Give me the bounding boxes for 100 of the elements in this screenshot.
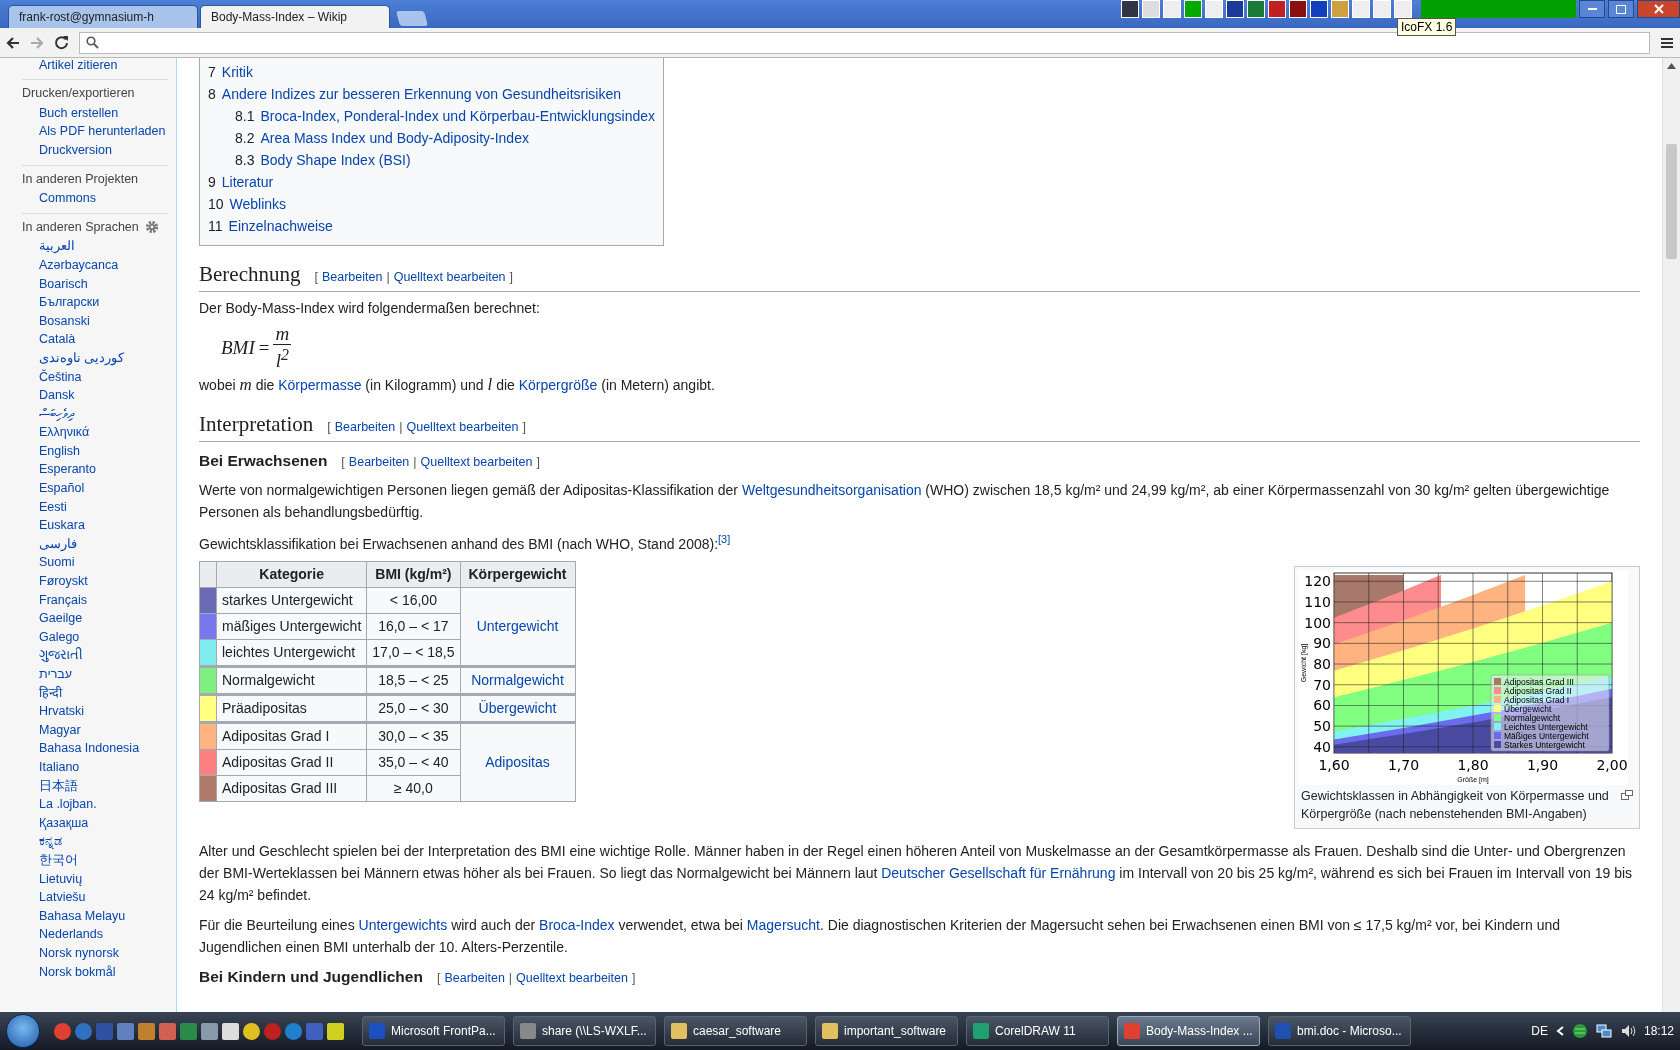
link[interactable]: Deutscher Gesellschaft für Ernährung [881, 865, 1116, 881]
quick-launch-icon[interactable] [222, 1022, 239, 1040]
sidebar-link[interactable]: Norsk nynorsk [22, 944, 168, 961]
sidebar-link[interactable]: Magyar [22, 721, 168, 738]
taskbar-button[interactable]: caesar_software [664, 1016, 807, 1046]
scroll-up-icon[interactable] [1667, 63, 1676, 69]
sidebar-link[interactable]: ދިވެހިބަސް [22, 405, 168, 422]
chevron-icon[interactable] [1555, 1026, 1564, 1036]
sidebar-link[interactable]: Dansk [22, 387, 168, 404]
toc-link[interactable]: Broca-Index, Ponderal-Index und Körperbau-Entwicklungsindex [260, 105, 656, 127]
quick-launch-icon[interactable] [243, 1022, 260, 1040]
browser-tab[interactable]: Body-Mass-Index – Wikip [200, 5, 390, 28]
minimize-button[interactable] [1579, 0, 1605, 18]
app-icon[interactable] [1226, 0, 1244, 18]
taskbar-button[interactable]: bmi.doc - Microso... [1268, 1016, 1411, 1046]
app-icon[interactable] [1310, 0, 1328, 18]
sidebar-link[interactable]: Қазақша [22, 814, 168, 831]
start-button[interactable] [6, 1014, 40, 1048]
toc-link[interactable]: Andere Indizes zur besseren Erkennung von Gesundheitsrisiken [221, 83, 622, 105]
sidebar-link[interactable]: Català [22, 331, 168, 348]
taskbar-button[interactable]: Body-Mass-Index ... [1117, 1016, 1260, 1046]
sidebar-link[interactable]: فارسی [22, 535, 168, 552]
sidebar-link[interactable]: Azərbaycanca [22, 256, 168, 273]
sidebar-link[interactable]: English [22, 442, 168, 459]
quick-launch-icon[interactable] [54, 1022, 71, 1040]
link[interactable]: Untergewicht [476, 618, 559, 634]
sidebar-link[interactable]: Bosanski [22, 312, 168, 329]
gear-icon[interactable] [144, 220, 159, 235]
back-icon[interactable] [6, 35, 20, 50]
toc-link[interactable]: Weblinks [229, 193, 287, 215]
sidebar-link[interactable]: Artikel zitieren [22, 58, 168, 73]
sidebar-link[interactable]: Latviešu [22, 889, 168, 906]
sidebar-link[interactable]: हिन्दी [22, 684, 168, 701]
scroll-thumb[interactable] [1666, 144, 1677, 259]
taskbar-button[interactable]: share (\\LS-WXLF... [513, 1016, 656, 1046]
language-indicator[interactable]: DE [1531, 1024, 1548, 1038]
quick-launch-icon[interactable] [285, 1022, 302, 1040]
sidebar-link[interactable]: Norsk bokmål [22, 963, 168, 980]
sidebar-link[interactable]: Boarisch [22, 275, 168, 292]
speaker-icon[interactable] [1619, 1023, 1636, 1039]
sidebar-link[interactable]: Euskara [22, 517, 168, 534]
edit-link[interactable]: Bearbeiten [444, 965, 505, 991]
sidebar-link[interactable]: עברית [22, 666, 168, 682]
sidebar-link[interactable]: ಕನ್ನಡ [22, 833, 168, 850]
edit-link[interactable]: Bearbeiten [348, 449, 410, 476]
sidebar-link[interactable]: Čeština [22, 368, 168, 385]
link[interactable]: Körpermasse [278, 377, 362, 394]
toc-link[interactable]: Area Mass Index und Body-Adiposity-Index [260, 127, 529, 149]
sidebar-link[interactable]: Lietuvių [22, 870, 168, 887]
sidebar-link[interactable]: 한국어 [22, 851, 168, 868]
network-icon[interactable] [1595, 1023, 1612, 1039]
sidebar-link[interactable]: Galego [22, 628, 168, 645]
edit-link[interactable]: Bearbeiten [321, 263, 383, 291]
sidebar-link[interactable]: Ελληνικά [22, 424, 168, 441]
sidebar-link[interactable]: Druckversion [22, 141, 168, 158]
toc-link[interactable]: Einzelnachweise [228, 215, 333, 237]
edit-link[interactable]: Quelltext bearbeiten [420, 449, 533, 476]
toc-link[interactable]: Body Shape Index (BSI) [260, 149, 411, 171]
sidebar-link[interactable]: کوردیی ناوەندی [22, 349, 168, 366]
link[interactable]: Weltgesundheitsorganisation [741, 482, 922, 499]
toc-link[interactable]: Kritik [221, 61, 253, 83]
sidebar-link[interactable]: Español [22, 480, 168, 497]
sidebar-link[interactable]: Български [22, 294, 168, 311]
sidebar-link[interactable]: Nederlands [22, 926, 168, 943]
reload-icon[interactable] [54, 35, 69, 50]
taskbar-button[interactable]: CorelDRAW 11 [966, 1016, 1109, 1046]
sidebar-link[interactable]: Eesti [22, 498, 168, 515]
maximize-button[interactable] [1608, 0, 1634, 18]
sidebar-link[interactable]: 日本語 [22, 777, 168, 794]
app-icon[interactable] [1247, 0, 1265, 18]
sidebar-link[interactable]: Føroyskt [22, 573, 168, 590]
sidebar-link[interactable]: العربية [22, 238, 168, 255]
sidebar-link[interactable]: Bahasa Indonesia [22, 740, 168, 757]
toc-link[interactable]: Literatur [221, 171, 274, 193]
sidebar-link[interactable]: Esperanto [22, 461, 168, 478]
link[interactable]: Magersucht [746, 917, 820, 933]
link[interactable]: Körpergröße [518, 377, 598, 394]
app-icon[interactable] [1268, 0, 1286, 18]
new-tab-button[interactable] [396, 11, 428, 26]
sidebar-link[interactable]: Italiano [22, 758, 168, 775]
app-icon[interactable] [1121, 0, 1139, 18]
menu-icon[interactable] [1660, 36, 1674, 49]
sidebar-link[interactable]: Bahasa Melayu [22, 907, 168, 924]
quick-launch-icon[interactable] [327, 1022, 344, 1040]
edit-link[interactable]: Quelltext bearbeiten [393, 263, 506, 291]
footnote-link[interactable]: [3] [718, 533, 731, 546]
sidebar-link[interactable]: Als PDF herunterladen [22, 123, 168, 140]
sidebar-link[interactable]: Commons [22, 190, 168, 207]
sidebar-link[interactable]: Français [22, 591, 168, 608]
sidebar-link[interactable]: La .lojban. [22, 796, 168, 813]
link[interactable]: Adipositas [485, 754, 550, 770]
sidebar-link[interactable]: Buch erstellen [22, 104, 168, 121]
quick-launch-icon[interactable] [201, 1022, 218, 1040]
taskbar-button[interactable]: Microsoft FrontPa... [362, 1016, 505, 1046]
sidebar-link[interactable]: Gaeilge [22, 610, 168, 627]
close-button[interactable] [1637, 0, 1680, 18]
edit-link[interactable]: Quelltext bearbeiten [516, 965, 628, 991]
sidebar-link[interactable]: Hrvatski [22, 703, 168, 720]
enlarge-icon[interactable] [1621, 790, 1633, 800]
globe-icon[interactable] [1571, 1023, 1588, 1039]
